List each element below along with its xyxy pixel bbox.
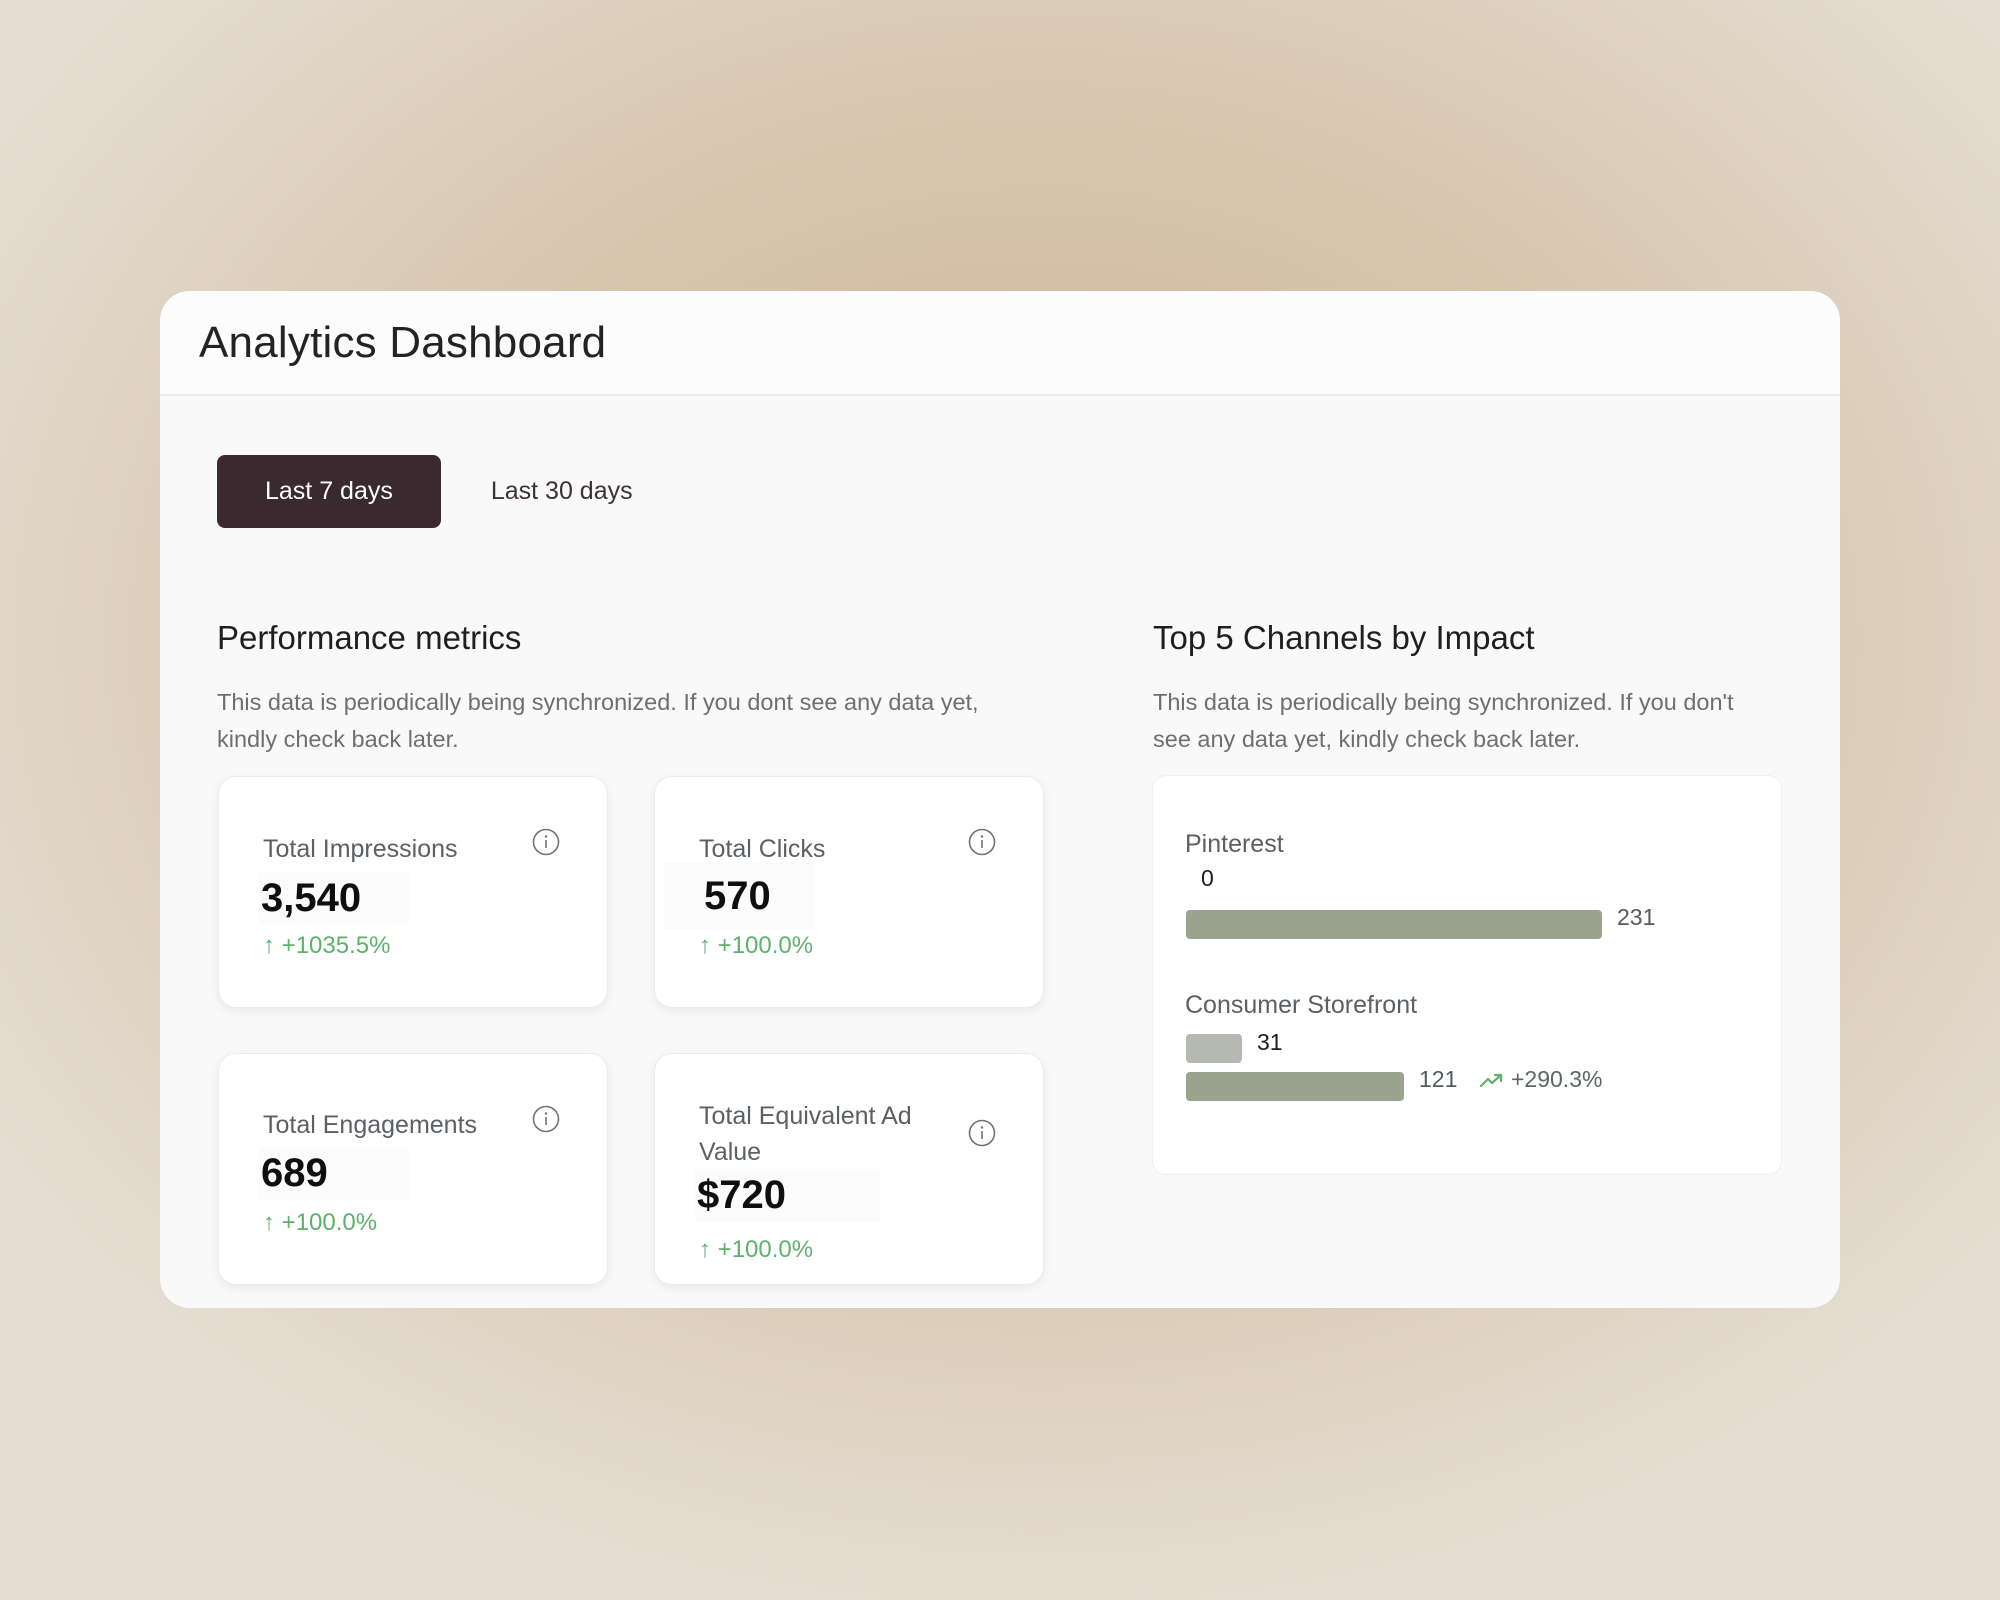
info-icon[interactable]	[532, 1105, 560, 1133]
performance-description: This data is periodically being synchron…	[217, 689, 979, 752]
metric-change: ↑ +100.0%	[263, 1209, 378, 1236]
current-bar	[1186, 910, 1602, 939]
metric-value: 570	[664, 862, 814, 930]
page-title: Analytics Dashboard	[199, 317, 607, 367]
channels-title: Top 5 Channels by Impact	[1153, 619, 1535, 656]
current-value: 231	[1617, 904, 1656, 930]
metric-label: Total Engagements	[263, 1111, 478, 1139]
header: Analytics Dashboard	[160, 291, 1840, 396]
metric-change: ↑ +100.0%	[699, 1236, 814, 1263]
tab-last-30-days[interactable]: Last 30 days	[441, 455, 681, 528]
up-arrow-icon: ↑	[699, 932, 711, 959]
up-arrow-icon: ↑	[263, 1209, 275, 1236]
current-bar	[1186, 1072, 1404, 1101]
info-icon[interactable]	[968, 1119, 996, 1147]
metric-card-engagements: Total Engagements 689 ↑ +100.0%	[218, 1053, 608, 1285]
metric-change: ↑ +1035.5%	[263, 932, 391, 959]
previous-value: 31	[1257, 1029, 1283, 1055]
dashboard-window: Analytics Dashboard Last 7 days Last 30 …	[160, 291, 1840, 1308]
up-arrow-icon: ↑	[263, 932, 275, 959]
channels-description: This data is periodically being synchron…	[1153, 689, 1734, 752]
metric-value: $720	[695, 1169, 880, 1222]
trending-up-icon	[1479, 1073, 1503, 1087]
channel-name: Pinterest	[1185, 830, 1284, 858]
channel-name: Consumer Storefront	[1185, 991, 1418, 1019]
metric-card-ad-value: Total Equivalent Ad Value $720 ↑ +100.0%	[654, 1053, 1044, 1285]
metric-label: Total Impressions	[263, 835, 458, 863]
previous-value: 0	[1201, 865, 1214, 891]
metric-label: Total Equivalent Ad Value	[699, 1102, 912, 1166]
info-icon[interactable]	[532, 828, 560, 856]
current-value: 121	[1419, 1066, 1458, 1092]
date-range-tabs: Last 7 days Last 30 days	[217, 455, 681, 528]
metric-value: 3,540	[259, 872, 409, 925]
tab-last-7-days[interactable]: Last 7 days	[217, 455, 441, 528]
metric-value: 689	[259, 1147, 409, 1200]
trend-indicator: +290.3%	[1479, 1066, 1602, 1093]
up-arrow-icon: ↑	[699, 1236, 711, 1263]
metric-change: ↑ +100.0%	[699, 932, 814, 959]
previous-bar	[1186, 1034, 1242, 1063]
metric-card-impressions: Total Impressions 3,540 ↑ +1035.5%	[218, 776, 608, 1008]
metric-card-clicks: Total Clicks 570 ↑ +100.0%	[654, 776, 1044, 1008]
info-icon[interactable]	[968, 828, 996, 856]
performance-title: Performance metrics	[217, 619, 522, 656]
channels-card: Pinterest 0 231 Consumer Storefront 31 1…	[1152, 775, 1782, 1175]
